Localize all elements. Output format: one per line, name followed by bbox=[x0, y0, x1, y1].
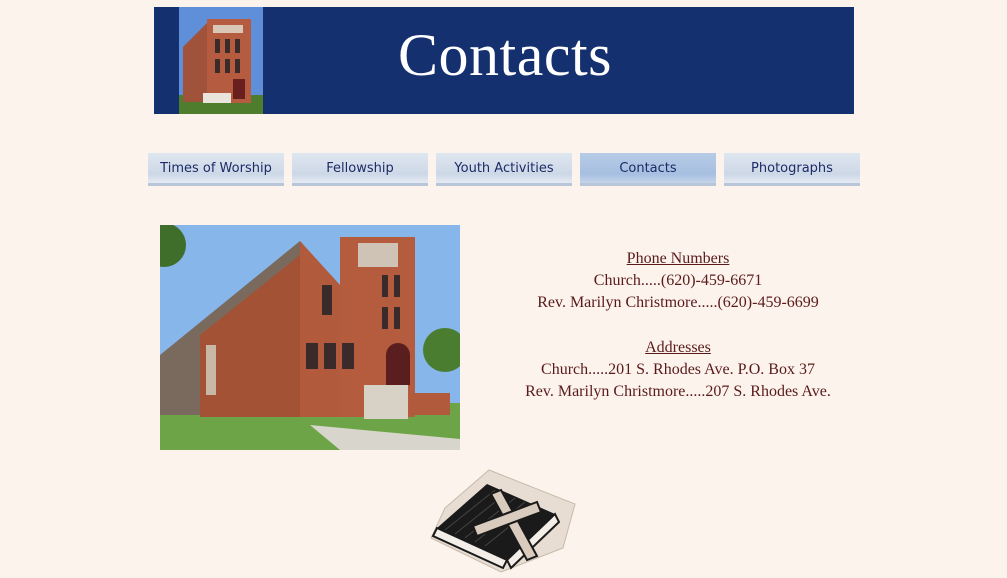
nav-photographs[interactable]: Photographs bbox=[724, 153, 860, 186]
pastor-phone: Rev. Marilyn Christmore.....(620)-459-66… bbox=[537, 294, 819, 311]
church-address: Church.....201 S. Rhodes Ave. P.O. Box 3… bbox=[541, 361, 815, 378]
bible-cross-icon bbox=[425, 468, 577, 573]
page-title: Contacts bbox=[398, 22, 612, 88]
pastor-address: Rev. Marilyn Christmore.....207 S. Rhode… bbox=[525, 383, 831, 400]
nav-times-of-worship[interactable]: Times of Worship bbox=[148, 153, 284, 186]
church-photo bbox=[160, 225, 460, 450]
contact-info: Phone Numbers Church.....(620)-459-6671 … bbox=[478, 248, 878, 403]
banner-church-photo bbox=[179, 7, 263, 114]
addresses-heading: Addresses bbox=[645, 339, 711, 356]
phone-numbers-heading: Phone Numbers bbox=[626, 250, 730, 267]
header-banner: Contacts bbox=[154, 7, 854, 114]
nav-fellowship[interactable]: Fellowship bbox=[292, 153, 428, 186]
church-phone: Church.....(620)-459-6671 bbox=[593, 272, 763, 289]
nav-youth-activities[interactable]: Youth Activities bbox=[436, 153, 572, 186]
nav-contacts[interactable]: Contacts bbox=[580, 153, 716, 186]
